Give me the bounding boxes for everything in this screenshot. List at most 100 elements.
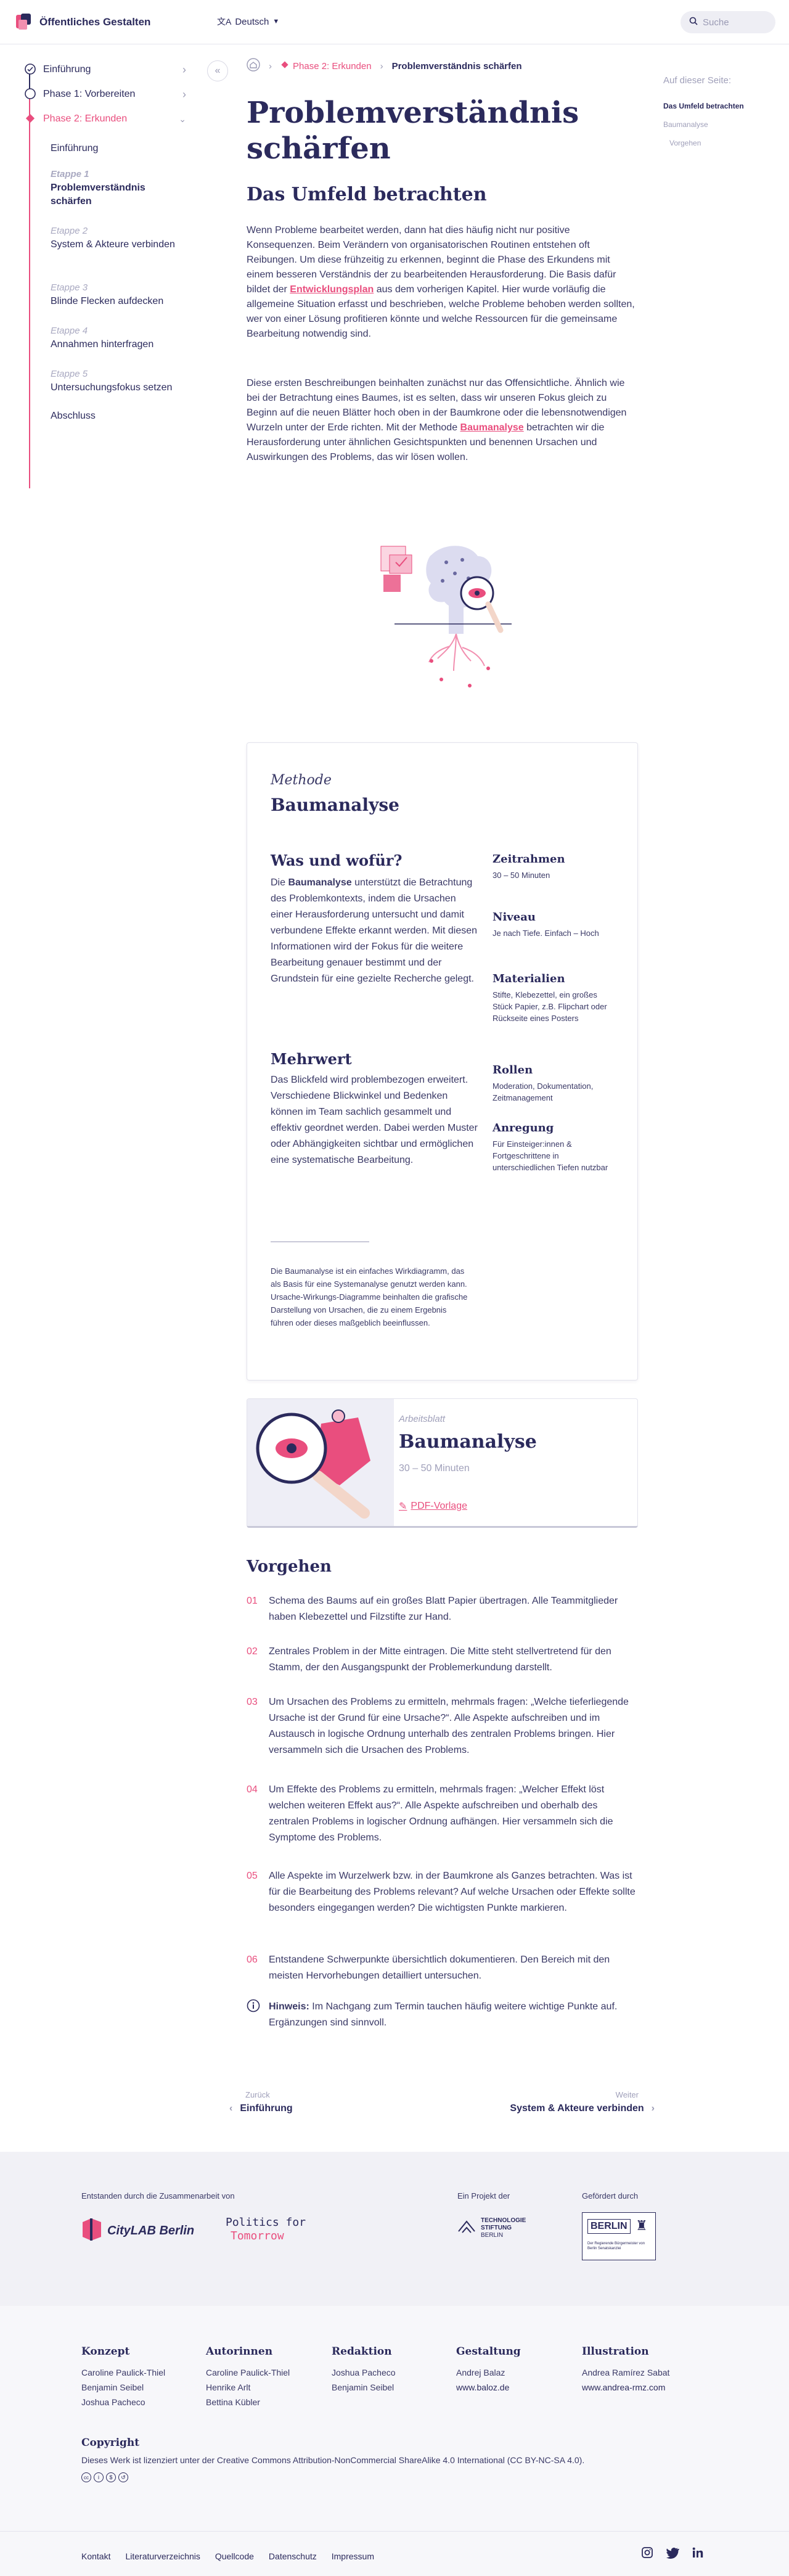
step-text: Zentrales Problem in der Mitte eintragen…: [269, 1646, 611, 1673]
info-icon: [247, 1999, 269, 2031]
intro-paragraph-1: Wenn Probleme bearbeitet werden, dann ha…: [247, 223, 635, 342]
method-card: Methode Baumanalyse Was und wofür? Die B…: [247, 742, 638, 1380]
sidebar-item-label: Untersuchungsfokus setzen: [51, 382, 173, 393]
meta-materialien: Materialien Stifte, Klebezettel, ein groß…: [493, 972, 616, 1024]
footer-link-datenschutz[interactable]: Datenschutz: [269, 2551, 317, 2561]
procedure-step: 06 Entstandene Schwerpunkte übersichtlich…: [247, 1952, 638, 1984]
technologiestiftung-logo[interactable]: TECHNOLOGIE STIFTUNG BERLIN: [457, 2217, 526, 2239]
chevron-down-icon: ⌄: [179, 113, 186, 124]
sidebar-phase-intro[interactable]: Einführung ›: [20, 64, 186, 76]
copyright-text: Dieses Werk ist lizenziert unter der Cre…: [81, 2455, 585, 2465]
sidebar-item-etappe-4[interactable]: Etappe 4 Annahmen hinterfragen: [51, 324, 186, 351]
sidebar-phase-2[interactable]: Phase 2: Erkunden ⌄: [20, 113, 186, 125]
step-number: 01: [247, 1596, 258, 1606]
citylab-logo[interactable]: CityLAB Berlin: [81, 2217, 194, 2245]
credit-column: Gestaltung Andrej Balaz www.baloz.de: [456, 2345, 573, 2395]
worksheet-kind: Arbeitsblatt: [399, 1414, 446, 1424]
pdf-download-link[interactable]: ✎ PDF-Vorlage: [399, 1500, 467, 1512]
toc-item[interactable]: Das Umfeld betrachten: [663, 102, 774, 110]
site-title: Öffentliches Gestalten: [39, 16, 151, 28]
credit-link[interactable]: www.andrea-rmz.com: [582, 2380, 699, 2395]
footer-credits: Konzept Caroline Paulick-Thiel Benjamin Se…: [0, 2306, 789, 2531]
sidebar-item-etappe-1[interactable]: Etappe 1 Problemverständnis schärfen: [51, 168, 186, 208]
step-text: Schema des Baums auf ein großes Blatt Pa…: [269, 1596, 618, 1622]
text-bold: Baumanalyse: [288, 877, 352, 888]
collapse-sidebar-button[interactable]: «: [207, 60, 228, 81]
footer-link-kontakt[interactable]: Kontakt: [81, 2551, 110, 2561]
nc-icon: $: [106, 2472, 116, 2482]
meta-value: Moderation, Dokumentation, Zeitmanagemen…: [493, 1081, 594, 1102]
berlin-logo[interactable]: BERLIN ♜ Der Regierende Bürgermeister vo…: [582, 2212, 656, 2260]
credit-line: Benjamin Seibel: [81, 2382, 144, 2392]
toc-item[interactable]: Vorgehen: [663, 139, 774, 147]
prev-page-link[interactable]: Zurück ‹ Einführung: [229, 2090, 293, 2114]
procedure-step: 04 Um Effekte des Problems zu ermitteln, …: [247, 1782, 638, 1846]
sidebar-phase-label: Phase 2: Erkunden: [43, 113, 128, 124]
search-field[interactable]: Suche: [681, 11, 775, 33]
worksheet-card[interactable]: Arbeitsblatt Baumanalyse 30 – 50 Minuten…: [247, 1398, 638, 1528]
hint-text: Im Nachgang zum Termin tauchen häufig we…: [269, 2001, 618, 2028]
footer-link-impressum[interactable]: Impressum: [332, 2551, 374, 2561]
meta-anregung: Anregung Für Einsteiger:innen & Fortgesch…: [493, 1122, 616, 1173]
sidebar-item-etappe-5[interactable]: Etappe 5 Untersuchungsfokus setzen: [51, 367, 186, 395]
meta-label: Zeitrahmen: [493, 853, 565, 866]
text: Die: [271, 877, 288, 888]
worksheet-illustration: [247, 1399, 394, 1526]
next-page-link[interactable]: Weiter System & Akteure verbinden ›: [510, 2090, 655, 2114]
credit-title: Autorinnen: [206, 2345, 273, 2358]
credit-line: Andrea Ramírez Sabat: [582, 2368, 670, 2377]
procedure-step: 03 Um Ursachen des Problems zu ermitteln,…: [247, 1694, 638, 1758]
twitter-icon[interactable]: [666, 2546, 679, 2562]
sidebar-item-label: Einführung: [51, 143, 99, 154]
language-selector[interactable]: 文A Deutsch ▼: [217, 15, 279, 28]
home-icon[interactable]: [247, 58, 260, 74]
sidebar-item-step: Etappe 5: [51, 369, 88, 379]
step-number: 05: [247, 1871, 258, 1881]
baumanalyse-link[interactable]: Baumanalyse: [460, 422, 524, 433]
cc-icon: cc: [81, 2472, 91, 2482]
search-placeholder: Suche: [703, 17, 729, 28]
credit-line: Joshua Pacheco: [81, 2397, 145, 2407]
entwicklungsplan-link[interactable]: Entwicklungsplan: [290, 284, 374, 295]
meta-label: Rollen: [493, 1064, 533, 1077]
citylab-icon: [81, 2217, 102, 2245]
citylab-text: CityLAB Berlin: [107, 2224, 195, 2238]
language-label: Deutsch: [235, 16, 269, 27]
footer-bottom: Kontakt Literaturverzeichnis Quellcode D…: [0, 2531, 789, 2576]
sidebar-item-abschluss[interactable]: Abschluss: [51, 409, 186, 423]
worksheet-title: Baumanalyse: [399, 1431, 537, 1453]
credit-link[interactable]: www.baloz.de: [456, 2380, 573, 2395]
section-title: Das Umfeld betrachten: [247, 184, 487, 205]
hint-label: Hinweis:: [269, 2001, 309, 2012]
linkedin-icon[interactable]: [692, 2546, 704, 2562]
value-heading: Mehrwert: [271, 1050, 352, 1068]
hint-box: Hinweis: Im Nachgang zum Termin tauchen …: [247, 1999, 638, 2031]
method-title: Baumanalyse: [271, 795, 399, 815]
chevron-left-icon: ‹: [229, 2103, 233, 2114]
step-text: Entstandene Schwerpunkte übersichtlich d…: [269, 1955, 610, 1981]
breadcrumb-phase[interactable]: Phase 2: Erkunden: [280, 60, 372, 72]
sidebar-item-etappe-2[interactable]: Etappe 2 System & Akteure verbinden: [51, 224, 186, 252]
logo-icon: [15, 12, 33, 32]
credit-title: Gestaltung: [456, 2345, 521, 2358]
method-kind: Methode: [271, 773, 332, 788]
meta-value: Je nach Tiefe. Einfach – Hoch: [493, 929, 599, 938]
site-logo-link[interactable]: Öffentliches Gestalten: [15, 12, 150, 32]
instagram-icon[interactable]: [641, 2546, 653, 2562]
toc-item[interactable]: Baumanalyse: [663, 120, 774, 129]
circle-icon: [25, 88, 36, 102]
step-number: 03: [247, 1697, 258, 1707]
sidebar-phase-1[interactable]: Phase 1: Vorbereiten ›: [20, 88, 186, 102]
footer-link-literatur[interactable]: Literaturverzeichnis: [125, 2551, 200, 2561]
footer-link-quellcode[interactable]: Quellcode: [215, 2551, 254, 2561]
credit-line: Caroline Paulick-Thiel: [206, 2368, 290, 2377]
sidebar-item-einfuehrung[interactable]: Einführung: [51, 142, 186, 155]
site-header: Öffentliches Gestalten 文A Deutsch ▼ Such…: [0, 0, 789, 44]
politics-for-tomorrow-logo[interactable]: Politics for Tomorrow: [226, 2216, 306, 2243]
tsb-line: BERLIN: [481, 2232, 504, 2239]
procedure-step: 02 Zentrales Problem in der Mitte eintrag…: [247, 1644, 638, 1676]
breadcrumb: › Phase 2: Erkunden › Problemverständnis…: [247, 58, 522, 74]
bear-icon: ♜: [636, 2218, 648, 2233]
text: unterstützt die Betrachtung des Problemk…: [271, 877, 478, 984]
sidebar-item-etappe-3[interactable]: Etappe 3 Blinde Flecken aufdecken: [51, 281, 186, 308]
